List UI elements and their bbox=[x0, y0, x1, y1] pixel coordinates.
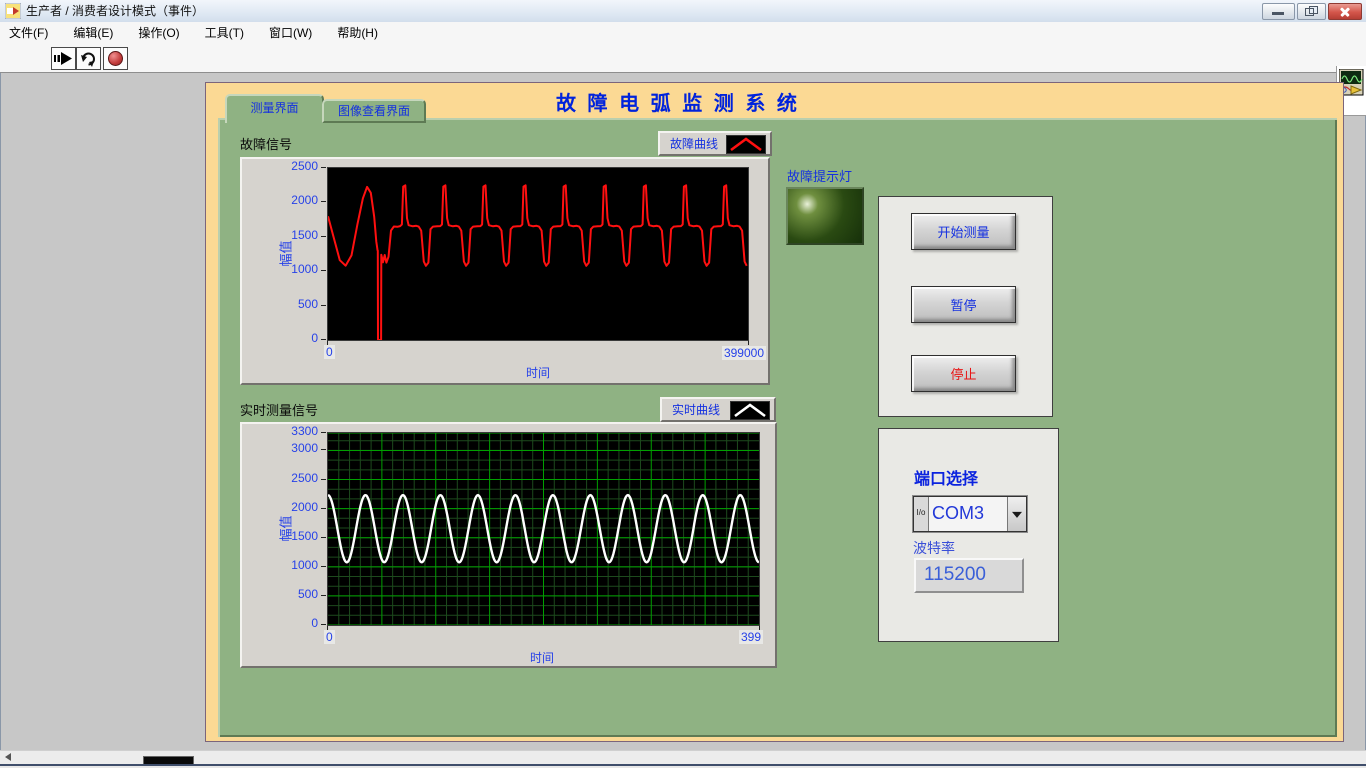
fault-indicator-led bbox=[786, 187, 864, 245]
port-select-label: 端口选择 bbox=[914, 465, 978, 489]
y-tick-mark bbox=[321, 270, 326, 271]
chart1-legend[interactable]: 故障曲线 bbox=[658, 131, 772, 156]
y-tick-mark bbox=[321, 595, 326, 596]
io-glyph-icon: I/o bbox=[914, 497, 929, 531]
y-tick-label: 3300 bbox=[291, 424, 318, 438]
y-tick-label: 1000 bbox=[291, 262, 318, 276]
toolbar bbox=[0, 44, 1366, 73]
stop-button[interactable]: 停止 bbox=[911, 355, 1016, 392]
y-tick-mark bbox=[321, 449, 326, 450]
title-bar: 生产者 / 消费者设计模式（事件） bbox=[0, 0, 1366, 23]
y-tick-label: 500 bbox=[298, 297, 318, 311]
menu-window[interactable]: 窗口(W) bbox=[260, 22, 321, 44]
start-measure-button[interactable]: 开始测量 bbox=[911, 213, 1016, 250]
run-arrow-icon bbox=[54, 51, 73, 66]
abort-button[interactable] bbox=[103, 47, 128, 70]
y-tick-mark bbox=[321, 432, 326, 433]
chart1-legend-line-icon bbox=[726, 135, 766, 154]
close-button[interactable] bbox=[1328, 3, 1362, 20]
y-tick-mark bbox=[321, 167, 326, 168]
chart2-legend[interactable]: 实时曲线 bbox=[660, 397, 776, 422]
y-tick-label: 2000 bbox=[291, 500, 318, 514]
pause-button[interactable]: 暂停 bbox=[911, 286, 1016, 323]
y-tick-mark bbox=[321, 339, 326, 340]
y-tick-mark bbox=[321, 537, 326, 538]
chart1-legend-label: 故障曲线 bbox=[670, 135, 718, 152]
chart2-legend-line-icon bbox=[730, 401, 770, 420]
y-tick-mark bbox=[321, 624, 326, 625]
menu-bar: 文件(F) 编辑(E) 操作(O) 工具(T) 窗口(W) 帮助(H) bbox=[0, 22, 1366, 45]
y-tick-mark bbox=[321, 236, 326, 237]
y-tick-label: 2500 bbox=[291, 471, 318, 485]
y-tick-mark bbox=[321, 305, 326, 306]
chart2-frame: 0 500 1000 1500 2000 2500 3000 3300 幅值 0 399 时间 bbox=[240, 422, 777, 668]
y-tick-mark bbox=[321, 508, 326, 509]
chevron-down-icon bbox=[1012, 512, 1022, 518]
chart2-x-max[interactable]: 399 bbox=[739, 630, 763, 644]
port-panel: 端口选择 I/o COM3 波特率 115200 bbox=[878, 428, 1059, 642]
chart1-x-max[interactable]: 399000 bbox=[722, 346, 766, 360]
tab-measurement[interactable]: 测量界面 bbox=[225, 94, 324, 123]
control-button-panel: 开始测量 暂停 停止 bbox=[878, 196, 1053, 417]
y-tick-label: 2000 bbox=[291, 193, 318, 207]
chart1-label: 故障信号 bbox=[240, 134, 292, 153]
chart2-y-axis-label: 幅值 bbox=[276, 515, 295, 541]
chart2-label: 实时测量信号 bbox=[240, 400, 318, 419]
horizontal-scrollbar[interactable] bbox=[0, 750, 1366, 765]
y-tick-label: 1000 bbox=[291, 558, 318, 572]
circular-arrows-icon bbox=[80, 50, 97, 67]
chart1-y-axis-label: 幅值 bbox=[276, 240, 295, 266]
chart1-x-axis-label: 时间 bbox=[508, 364, 568, 381]
com-port-combo[interactable]: I/o COM3 bbox=[913, 496, 1027, 532]
y-tick-label: 1500 bbox=[291, 228, 318, 242]
abort-stop-icon bbox=[108, 51, 123, 66]
menu-help[interactable]: 帮助(H) bbox=[328, 22, 387, 44]
y-tick-mark bbox=[321, 201, 326, 202]
chart2-x-min[interactable]: 0 bbox=[324, 630, 335, 644]
y-tick-mark bbox=[321, 479, 326, 480]
restore-button[interactable] bbox=[1297, 3, 1326, 20]
chart1-plot-area bbox=[327, 167, 749, 341]
chart1-frame: 0 500 1000 1500 2000 2500 幅值 0 399000 时间 bbox=[240, 157, 770, 385]
y-tick-label: 500 bbox=[298, 587, 318, 601]
scroll-left-button[interactable] bbox=[1, 751, 17, 763]
waveform-line bbox=[328, 185, 747, 340]
continuous-run-button[interactable] bbox=[76, 47, 101, 70]
tab-image-view[interactable]: 图像查看界面 bbox=[322, 99, 426, 123]
x-tick-mark bbox=[748, 341, 749, 345]
chart2-plot-area bbox=[327, 432, 760, 626]
y-tick-label: 0 bbox=[311, 616, 318, 630]
chart2-legend-label: 实时曲线 bbox=[672, 401, 720, 418]
run-button[interactable] bbox=[51, 47, 76, 70]
menu-edit[interactable]: 编辑(E) bbox=[64, 22, 122, 44]
com-port-dropdown-button[interactable] bbox=[1007, 497, 1026, 531]
com-port-value[interactable]: COM3 bbox=[929, 497, 1007, 531]
page-title: 故 障 电 弧 监 测 系 统 bbox=[556, 87, 856, 116]
y-tick-label: 3000 bbox=[291, 441, 318, 455]
y-tick-label: 2500 bbox=[291, 159, 318, 173]
left-triangle-icon bbox=[5, 753, 11, 761]
menu-file[interactable]: 文件(F) bbox=[0, 22, 57, 44]
y-tick-label: 0 bbox=[311, 331, 318, 345]
y-tick-mark bbox=[321, 566, 326, 567]
baud-rate-value: 115200 bbox=[914, 558, 1024, 593]
y-tick-label: 1500 bbox=[291, 529, 318, 543]
chart2-x-axis-label: 时间 bbox=[512, 649, 572, 666]
minimize-button[interactable] bbox=[1262, 3, 1295, 20]
app-icon bbox=[5, 3, 21, 19]
menu-operate[interactable]: 操作(O) bbox=[129, 22, 188, 44]
fault-light-label: 故障提示灯 bbox=[787, 166, 852, 185]
labview-window: 生产者 / 消费者设计模式（事件） 文件(F) 编辑(E) 操作(O) 工具(T) 窗口… bbox=[0, 0, 1366, 768]
window-title: 生产者 / 消费者设计模式（事件） bbox=[26, 0, 204, 22]
menu-tools[interactable]: 工具(T) bbox=[196, 22, 253, 44]
baud-rate-label: 波特率 bbox=[913, 538, 955, 558]
chart1-x-min[interactable]: 0 bbox=[324, 345, 335, 359]
